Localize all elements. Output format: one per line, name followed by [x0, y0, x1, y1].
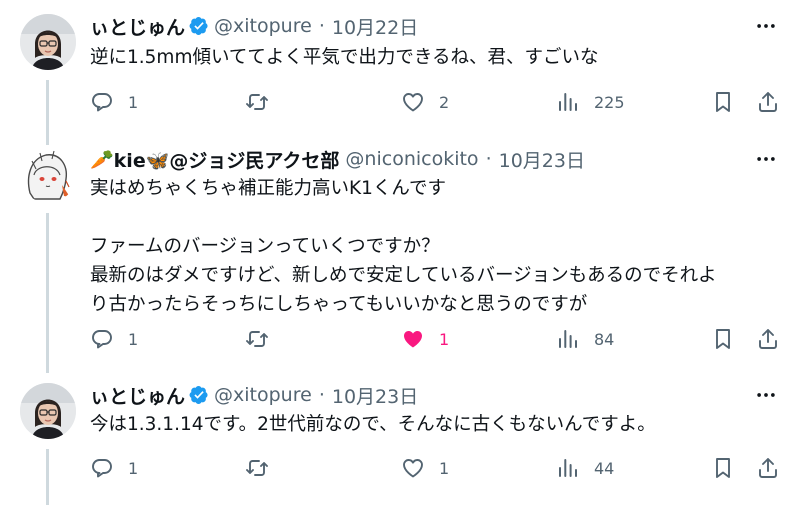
bookmark-icon [716, 329, 730, 349]
tweet-text-line: 最新のはダメですけど、新しめで安定しているバージョンもあるのでそれよ [90, 265, 717, 286]
tweet-3[interactable]: ぃとじゅん @xitopure · 10月23日 今は1.3.1.14です。2世… [0, 382, 800, 505]
reply-count: 1 [128, 92, 139, 112]
like-button[interactable]: 1 [401, 326, 449, 352]
verified-badge-icon [189, 386, 208, 404]
share-button[interactable] [756, 455, 780, 481]
thread-connector [46, 449, 49, 505]
views-icon [559, 93, 577, 111]
share-icon [759, 458, 777, 478]
tweet-text-line: り古かったらそっちにしちゃってもいいかなと思うのですが [90, 294, 588, 315]
bookmark-button[interactable] [711, 326, 735, 352]
like-count: 2 [439, 92, 450, 112]
thread-connector [46, 80, 49, 145]
handle[interactable]: @xitopure [214, 15, 312, 37]
thread-connector [46, 213, 49, 373]
share-button[interactable] [756, 89, 780, 115]
tweet-header: ぃとじゅん @xitopure · 10月22日 [90, 13, 418, 40]
heart-icon [403, 93, 423, 112]
retweet-icon [246, 331, 268, 347]
avatar[interactable] [20, 147, 76, 203]
views-button[interactable]: 44 [556, 455, 614, 481]
reply-count: 1 [128, 458, 139, 478]
tweet-text: 実はめちゃくちゃ補正能力高いK1くんです ファームのバージョンっていくつですか？… [90, 174, 785, 319]
tweet-text-line: 今は1.3.1.14です。2世代前なので、そんなに古くもないんですよ。 [90, 414, 656, 435]
share-button[interactable] [756, 326, 780, 352]
display-name[interactable]: ぃとじゅん [90, 13, 185, 40]
reply-button[interactable]: 1 [90, 89, 138, 115]
more-icon[interactable] [753, 147, 779, 171]
verified-badge-icon [189, 17, 208, 35]
tweet-text: 逆に1.5mm傾いててよく平気で出力できるね、君、すごいな [90, 43, 785, 72]
retweet-button[interactable] [245, 89, 283, 115]
heart-filled-icon [404, 331, 422, 348]
views-button[interactable]: 225 [556, 89, 625, 115]
more-icon[interactable] [753, 383, 779, 407]
share-icon [759, 329, 777, 349]
tweet-text-line: 実はめちゃくちゃ補正能力高いK1くんです [90, 178, 446, 199]
bookmark-icon [716, 92, 730, 112]
views-count: 44 [594, 458, 615, 478]
tweet-text-line: ファームのバージョンっていくつですか？ [90, 236, 440, 257]
tweet-date[interactable]: 10月23日 [332, 382, 418, 409]
reply-button[interactable]: 1 [90, 326, 138, 352]
like-button[interactable]: 1 [401, 455, 449, 481]
retweet-button[interactable] [245, 455, 283, 481]
tweet-header: ぃとじゅん @xitopure · 10月23日 [90, 382, 418, 409]
tweet-2[interactable]: 🥕 kie🦋@ジョジ民アクセ部 @niconicokito · 10月23日 実… [0, 146, 800, 373]
tweet-text-line: 逆に1.5mm傾いててよく平気で出力できるね、君、すごいな [90, 47, 599, 68]
views-icon [559, 459, 577, 477]
more-icon[interactable] [753, 14, 779, 38]
bookmark-button[interactable] [711, 89, 735, 115]
heart-icon [403, 459, 423, 478]
separator-dot: · [318, 15, 325, 37]
action-bar: 1 1 84 [90, 326, 790, 352]
like-count: 1 [439, 458, 450, 478]
bookmark-icon [716, 458, 730, 478]
views-count: 84 [594, 329, 615, 349]
retweet-button[interactable] [245, 326, 283, 352]
reply-count: 1 [128, 329, 139, 349]
separator-dot: · [318, 384, 325, 406]
tweet-date[interactable]: 10月23日 [499, 146, 585, 173]
bookmark-button[interactable] [711, 455, 735, 481]
tweet-date[interactable]: 10月22日 [332, 13, 418, 40]
views-count: 225 [594, 92, 625, 112]
retweet-icon [246, 94, 268, 110]
like-button[interactable]: 2 [401, 89, 449, 115]
reply-icon [92, 459, 112, 478]
action-bar: 1 2 225 [90, 89, 790, 115]
views-icon [559, 330, 577, 348]
reply-icon [92, 93, 112, 112]
handle[interactable]: @xitopure [214, 384, 312, 406]
tweet-1[interactable]: ぃとじゅん @xitopure · 10月22日 逆に1.5mm傾いててよく平気… [0, 13, 800, 145]
action-bar: 1 1 44 [90, 455, 790, 481]
views-button[interactable]: 84 [556, 326, 614, 352]
handle[interactable]: @niconicokito [345, 148, 478, 170]
reply-button[interactable]: 1 [90, 455, 138, 481]
display-name[interactable]: ぃとじゅん [90, 382, 185, 409]
avatar[interactable] [20, 14, 76, 70]
share-icon [759, 92, 777, 112]
like-count: 1 [439, 329, 450, 349]
reply-icon [92, 330, 112, 349]
tweet-text: 今は1.3.1.14です。2世代前なので、そんなに古くもないんですよ。 [90, 410, 785, 439]
tweet-header: 🥕 kie🦋@ジョジ民アクセ部 @niconicokito · 10月23日 [90, 146, 585, 173]
avatar[interactable] [20, 383, 76, 439]
tweet-text-line [90, 203, 785, 232]
display-name-emoji-prefix: 🥕 [90, 148, 114, 171]
retweet-icon [246, 460, 268, 476]
display-name[interactable]: kie🦋@ジョジ民アクセ部 [114, 146, 340, 173]
separator-dot: · [485, 148, 492, 170]
